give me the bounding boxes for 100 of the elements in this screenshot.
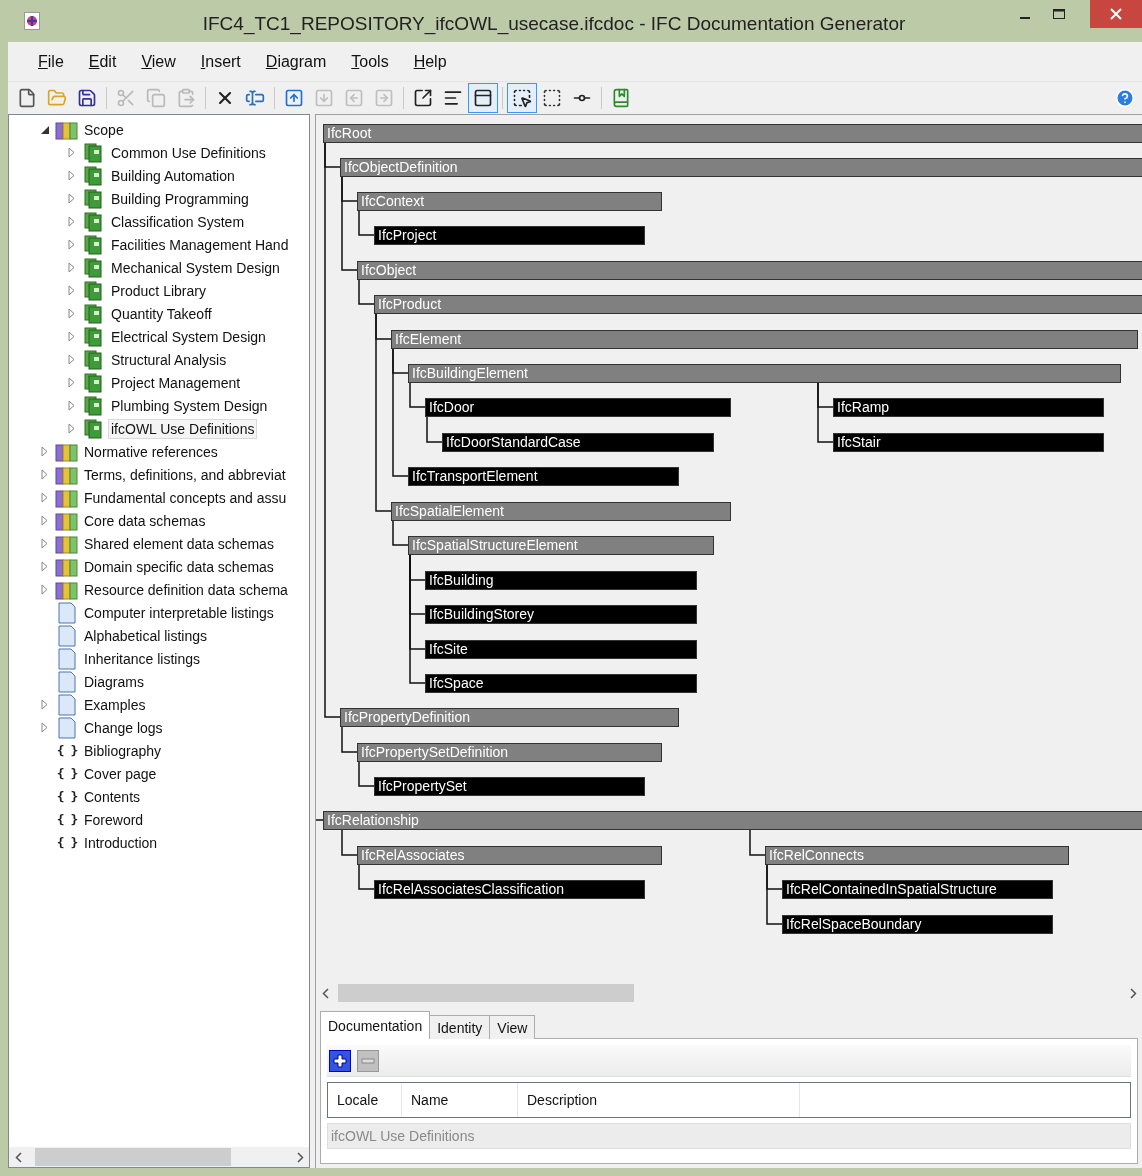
tab[interactable]: Identity: [429, 1015, 491, 1039]
column-header[interactable]: Locale: [328, 1083, 402, 1117]
class-node[interactable]: IfcObjectDefinition: [340, 158, 1142, 177]
scroll-thumb[interactable]: [338, 984, 634, 1002]
braces-icon: { }: [56, 812, 78, 827]
binders-icon: [84, 211, 104, 232]
tree-item[interactable]: Scope: [81, 119, 127, 140]
class-node[interactable]: IfcRelContainedInSpatialStructure: [782, 880, 1053, 899]
class-node[interactable]: IfcDoor: [425, 398, 731, 417]
books-icon: [55, 441, 79, 462]
tree-item[interactable]: Domain specific data schemas: [81, 556, 277, 577]
menu-item[interactable]: Insert: [193, 52, 253, 71]
tree-item[interactable]: Common Use Definitions: [108, 142, 269, 163]
toolbar-button[interactable]: [507, 83, 537, 113]
menu-item[interactable]: Help: [406, 52, 459, 71]
tree-item[interactable]: Change logs: [81, 717, 166, 738]
connector-line: [749, 829, 766, 856]
class-node[interactable]: IfcPropertyDefinition: [340, 708, 679, 727]
class-node[interactable]: IfcRelConnects: [765, 846, 1069, 865]
menu-item[interactable]: View: [134, 52, 188, 71]
save-icon: [77, 88, 97, 108]
tree-item[interactable]: Plumbing System Design: [108, 395, 271, 416]
class-node[interactable]: IfcSpace: [425, 674, 697, 693]
tree-item[interactable]: Project Management: [108, 372, 244, 393]
menu-item[interactable]: Diagram: [258, 52, 339, 71]
tree-item[interactable]: Terms, definitions, and abbreviat: [81, 464, 289, 485]
text-lines-icon: [443, 88, 463, 108]
class-node[interactable]: IfcDoorStandardCase: [442, 433, 714, 452]
scroll-left-icon[interactable]: [14, 1151, 22, 1163]
books-icon: [55, 556, 79, 577]
plus-icon: [333, 1053, 347, 1068]
column-header[interactable]: Name: [402, 1083, 518, 1117]
binders-icon: [84, 165, 104, 186]
tree-item[interactable]: Fundamental concepts and assu: [81, 487, 290, 508]
binders-icon: [84, 142, 104, 163]
class-node[interactable]: IfcRelationship: [323, 811, 1142, 830]
braces-icon: { }: [56, 789, 78, 804]
scroll-left-icon[interactable]: [321, 987, 329, 999]
class-node[interactable]: IfcRelAssociates: [357, 846, 662, 865]
tree-item[interactable]: Shared element data schemas: [81, 533, 277, 554]
tree-item[interactable]: Examples: [81, 694, 149, 715]
class-node[interactable]: IfcContext: [357, 192, 662, 211]
class-node[interactable]: IfcBuilding: [425, 571, 697, 590]
menu-item[interactable]: Edit: [81, 52, 129, 71]
menu-item[interactable]: Tools: [344, 52, 401, 71]
tree-item[interactable]: Building Automation: [108, 165, 238, 186]
class-node[interactable]: IfcPropertySetDefinition: [357, 743, 662, 762]
class-node[interactable]: IfcProject: [374, 226, 645, 245]
page-icon: [56, 624, 78, 647]
class-node[interactable]: IfcElement: [391, 330, 1138, 349]
add-button[interactable]: [329, 1049, 351, 1072]
tree-item[interactable]: Resource definition data schema: [81, 579, 291, 600]
class-node[interactable]: IfcRamp: [833, 398, 1104, 417]
tree-item[interactable]: Normative references: [81, 441, 221, 462]
help-button[interactable]: [1114, 87, 1136, 109]
class-node[interactable]: IfcRelAssociatesClassification: [374, 880, 645, 899]
tree-item[interactable]: Bibliography: [81, 740, 165, 761]
scroll-right-icon[interactable]: [1129, 987, 1137, 999]
tree-item[interactable]: Classification System: [108, 211, 248, 232]
books-icon: [55, 487, 79, 508]
scroll-right-icon[interactable]: [296, 1151, 304, 1163]
class-node[interactable]: IfcObject: [357, 261, 1142, 280]
tree-item[interactable]: Inheritance listings: [81, 648, 203, 669]
class-node[interactable]: IfcSite: [425, 640, 697, 659]
arrow-out-icon: [413, 88, 433, 108]
tree-item[interactable]: Cover page: [81, 763, 160, 784]
tree-item[interactable]: Product Library: [108, 280, 209, 301]
tree-item[interactable]: Mechanical System Design: [108, 257, 283, 278]
tree-item[interactable]: Core data schemas: [81, 510, 209, 531]
tree-item[interactable]: ifcOWL Use Definitions: [108, 418, 258, 439]
tree-item[interactable]: Alphabetical listings: [81, 625, 210, 646]
class-node[interactable]: IfcSpatialElement: [391, 502, 731, 521]
class-node[interactable]: IfcRoot: [323, 124, 1142, 143]
tree-item[interactable]: Electrical System Design: [108, 326, 269, 347]
horizontal-scrollbar[interactable]: [9, 1147, 309, 1167]
close-button[interactable]: [1090, 0, 1142, 28]
tree-item[interactable]: Structural Analysis: [108, 349, 230, 370]
class-node[interactable]: IfcBuildingStorey: [425, 605, 697, 624]
tree-item[interactable]: Computer interpretable listings: [81, 602, 277, 623]
tab[interactable]: Documentation: [320, 1011, 431, 1039]
toolbar-button[interactable]: [468, 83, 498, 113]
tree-item[interactable]: Foreword: [81, 809, 147, 830]
column-header[interactable]: Description: [518, 1083, 800, 1117]
scroll-thumb[interactable]: [35, 1148, 231, 1166]
tab[interactable]: View: [489, 1015, 536, 1039]
class-node[interactable]: IfcTransportElement: [408, 467, 679, 486]
menu-item[interactable]: File: [31, 52, 76, 71]
class-node[interactable]: IfcStair: [833, 433, 1104, 452]
tree-item[interactable]: Facilities Management Hand: [108, 234, 292, 255]
tree-item[interactable]: Quantity Takeoff: [108, 303, 215, 324]
class-node[interactable]: IfcSpatialStructureElement: [408, 536, 714, 555]
class-node[interactable]: IfcRelSpaceBoundary: [782, 915, 1053, 934]
class-node[interactable]: IfcProduct: [374, 295, 1142, 314]
expander-icon[interactable]: [40, 124, 50, 135]
tree-item[interactable]: Building Programming: [108, 188, 252, 209]
class-node[interactable]: IfcPropertySet: [374, 777, 645, 796]
tree-item[interactable]: Contents: [81, 786, 144, 807]
tree-item[interactable]: Introduction: [81, 832, 161, 853]
tree-item[interactable]: Diagrams: [81, 671, 147, 692]
class-node[interactable]: IfcBuildingElement: [408, 364, 1121, 383]
